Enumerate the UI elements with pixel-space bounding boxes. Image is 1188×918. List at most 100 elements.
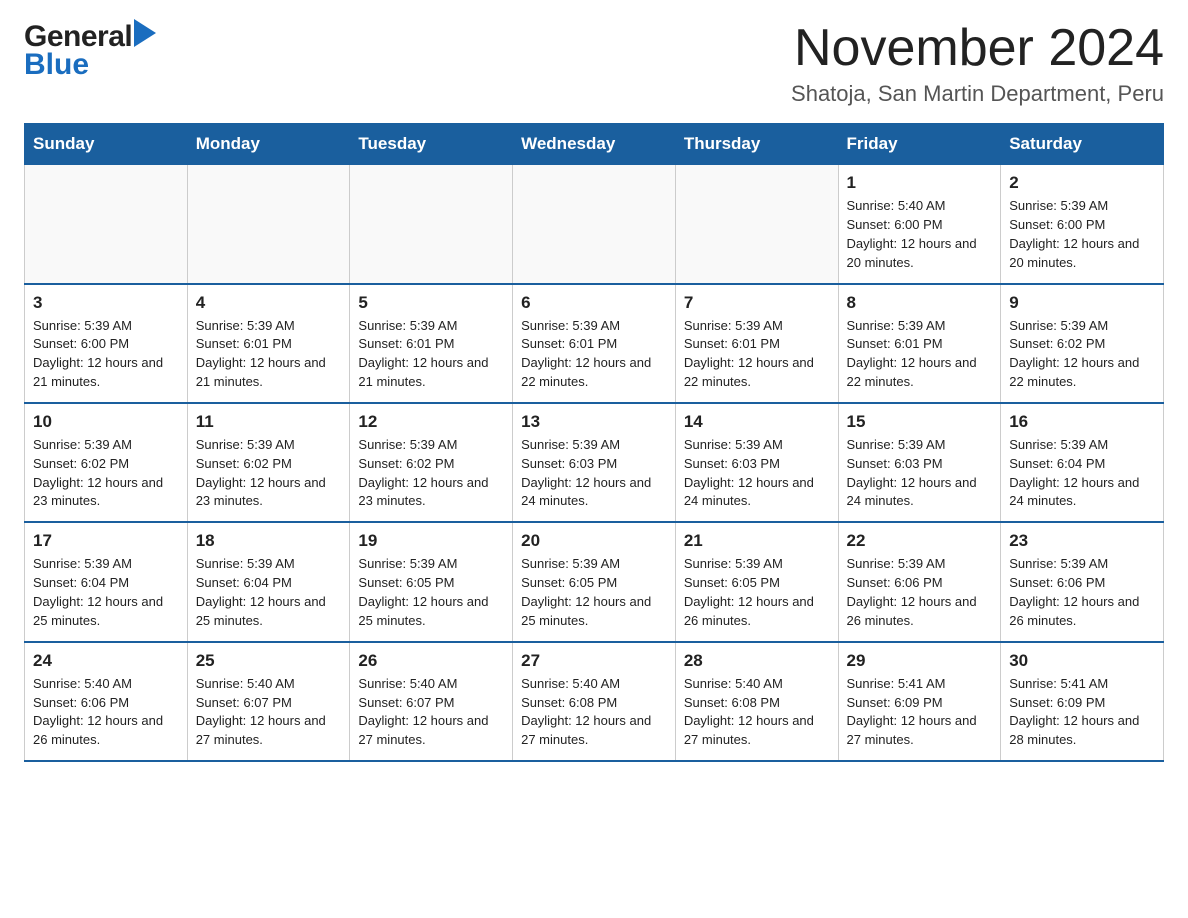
weekday-header-thursday: Thursday	[675, 124, 838, 165]
day-sun-info: Sunrise: 5:39 AMSunset: 6:06 PMDaylight:…	[1009, 555, 1155, 630]
calendar-cell: 7 Sunrise: 5:39 AMSunset: 6:01 PMDaylight…	[675, 284, 838, 403]
day-number: 10	[33, 412, 179, 432]
calendar-cell: 15Sunrise: 5:39 AMSunset: 6:03 PMDayligh…	[838, 403, 1001, 522]
calendar-cell: 14 Sunrise: 5:39 AMSunset: 6:03 PMDayligh…	[675, 403, 838, 522]
calendar-cell: 24 Sunrise: 5:40 AMSunset: 6:06 PMDayligh…	[25, 642, 188, 761]
day-number: 7	[684, 293, 830, 313]
day-sun-info: Sunrise: 5:40 AMSunset: 6:08 PMDaylight:…	[684, 675, 830, 750]
day-number: 4	[196, 293, 342, 313]
day-number: 29	[847, 651, 993, 671]
day-sun-info: Sunrise: 5:41 AMSunset: 6:09 PMDaylight:…	[847, 675, 993, 750]
day-sun-info: Sunrise: 5:39 AMSunset: 6:02 PMDaylight:…	[1009, 317, 1155, 392]
calendar-table: SundayMondayTuesdayWednesdayThursdayFrid…	[24, 123, 1164, 762]
calendar-cell: 25Sunrise: 5:40 AMSunset: 6:07 PMDayligh…	[187, 642, 350, 761]
day-number: 20	[521, 531, 667, 551]
calendar-cell: 23Sunrise: 5:39 AMSunset: 6:06 PMDayligh…	[1001, 522, 1164, 641]
calendar-cell	[25, 165, 188, 284]
calendar-cell: 10 Sunrise: 5:39 AMSunset: 6:02 PMDayligh…	[25, 403, 188, 522]
day-sun-info: Sunrise: 5:39 AMSunset: 6:03 PMDaylight:…	[847, 436, 993, 511]
calendar-header-row: SundayMondayTuesdayWednesdayThursdayFrid…	[25, 124, 1164, 165]
day-number: 19	[358, 531, 504, 551]
day-number: 24	[33, 651, 179, 671]
day-sun-info: Sunrise: 5:39 AMSunset: 6:01 PMDaylight:…	[684, 317, 830, 392]
calendar-cell	[513, 165, 676, 284]
day-number: 8	[847, 293, 993, 313]
day-number: 12	[358, 412, 504, 432]
calendar-cell	[675, 165, 838, 284]
day-number: 3	[33, 293, 179, 313]
day-number: 27	[521, 651, 667, 671]
day-sun-info: Sunrise: 5:41 AMSunset: 6:09 PMDaylight:…	[1009, 675, 1155, 750]
calendar-cell: 19 Sunrise: 5:39 AMSunset: 6:05 PMDayligh…	[350, 522, 513, 641]
calendar-cell: 13 Sunrise: 5:39 AMSunset: 6:03 PMDayligh…	[513, 403, 676, 522]
day-sun-info: Sunrise: 5:39 AMSunset: 6:00 PMDaylight:…	[1009, 197, 1155, 272]
calendar-cell: 16 Sunrise: 5:39 AMSunset: 6:04 PMDayligh…	[1001, 403, 1164, 522]
calendar-cell: 21 Sunrise: 5:39 AMSunset: 6:05 PMDayligh…	[675, 522, 838, 641]
day-sun-info: Sunrise: 5:39 AMSunset: 6:01 PMDaylight:…	[358, 317, 504, 392]
calendar-cell: 8 Sunrise: 5:39 AMSunset: 6:01 PMDaylight…	[838, 284, 1001, 403]
logo-blue-text: Blue	[24, 50, 89, 80]
day-sun-info: Sunrise: 5:39 AMSunset: 6:04 PMDaylight:…	[1009, 436, 1155, 511]
calendar-cell: 30 Sunrise: 5:41 AMSunset: 6:09 PMDayligh…	[1001, 642, 1164, 761]
day-sun-info: Sunrise: 5:40 AMSunset: 6:08 PMDaylight:…	[521, 675, 667, 750]
day-number: 2	[1009, 173, 1155, 193]
day-sun-info: Sunrise: 5:39 AMSunset: 6:02 PMDaylight:…	[196, 436, 342, 511]
day-sun-info: Sunrise: 5:39 AMSunset: 6:02 PMDaylight:…	[358, 436, 504, 511]
weekday-header-wednesday: Wednesday	[513, 124, 676, 165]
day-number: 9	[1009, 293, 1155, 313]
day-number: 13	[521, 412, 667, 432]
title-section: November 2024 Shatoja, San Martin Depart…	[791, 20, 1164, 107]
day-number: 30	[1009, 651, 1155, 671]
calendar-cell: 27 Sunrise: 5:40 AMSunset: 6:08 PMDayligh…	[513, 642, 676, 761]
day-number: 25	[196, 651, 342, 671]
logo-arrow-icon	[134, 19, 156, 47]
day-number: 26	[358, 651, 504, 671]
day-sun-info: Sunrise: 5:39 AMSunset: 6:03 PMDaylight:…	[684, 436, 830, 511]
weekday-header-friday: Friday	[838, 124, 1001, 165]
day-number: 28	[684, 651, 830, 671]
calendar-cell: 12 Sunrise: 5:39 AMSunset: 6:02 PMDayligh…	[350, 403, 513, 522]
calendar-cell: 6Sunrise: 5:39 AMSunset: 6:01 PMDaylight…	[513, 284, 676, 403]
calendar-week-row: 17Sunrise: 5:39 AMSunset: 6:04 PMDayligh…	[25, 522, 1164, 641]
logo: General Blue	[24, 20, 156, 80]
day-sun-info: Sunrise: 5:40 AMSunset: 6:07 PMDaylight:…	[358, 675, 504, 750]
day-number: 22	[847, 531, 993, 551]
calendar-week-row: 3 Sunrise: 5:39 AMSunset: 6:00 PMDaylight…	[25, 284, 1164, 403]
calendar-week-row: 1Sunrise: 5:40 AMSunset: 6:00 PMDaylight…	[25, 165, 1164, 284]
day-sun-info: Sunrise: 5:39 AMSunset: 6:03 PMDaylight:…	[521, 436, 667, 511]
day-sun-info: Sunrise: 5:39 AMSunset: 6:00 PMDaylight:…	[33, 317, 179, 392]
calendar-cell: 2 Sunrise: 5:39 AMSunset: 6:00 PMDaylight…	[1001, 165, 1164, 284]
day-sun-info: Sunrise: 5:39 AMSunset: 6:05 PMDaylight:…	[684, 555, 830, 630]
day-number: 11	[196, 412, 342, 432]
day-number: 14	[684, 412, 830, 432]
day-sun-info: Sunrise: 5:39 AMSunset: 6:02 PMDaylight:…	[33, 436, 179, 511]
day-sun-info: Sunrise: 5:40 AMSunset: 6:06 PMDaylight:…	[33, 675, 179, 750]
calendar-cell: 4 Sunrise: 5:39 AMSunset: 6:01 PMDaylight…	[187, 284, 350, 403]
day-sun-info: Sunrise: 5:39 AMSunset: 6:01 PMDaylight:…	[521, 317, 667, 392]
calendar-cell: 20 Sunrise: 5:39 AMSunset: 6:05 PMDayligh…	[513, 522, 676, 641]
calendar-cell: 18 Sunrise: 5:39 AMSunset: 6:04 PMDayligh…	[187, 522, 350, 641]
calendar-cell: 26 Sunrise: 5:40 AMSunset: 6:07 PMDayligh…	[350, 642, 513, 761]
day-sun-info: Sunrise: 5:39 AMSunset: 6:01 PMDaylight:…	[196, 317, 342, 392]
day-sun-info: Sunrise: 5:39 AMSunset: 6:01 PMDaylight:…	[847, 317, 993, 392]
calendar-week-row: 24 Sunrise: 5:40 AMSunset: 6:06 PMDayligh…	[25, 642, 1164, 761]
calendar-cell	[187, 165, 350, 284]
day-number: 21	[684, 531, 830, 551]
weekday-header-monday: Monday	[187, 124, 350, 165]
day-sun-info: Sunrise: 5:39 AMSunset: 6:05 PMDaylight:…	[521, 555, 667, 630]
day-number: 5	[358, 293, 504, 313]
day-number: 16	[1009, 412, 1155, 432]
weekday-header-tuesday: Tuesday	[350, 124, 513, 165]
day-sun-info: Sunrise: 5:39 AMSunset: 6:06 PMDaylight:…	[847, 555, 993, 630]
day-sun-info: Sunrise: 5:39 AMSunset: 6:04 PMDaylight:…	[196, 555, 342, 630]
calendar-cell: 22 Sunrise: 5:39 AMSunset: 6:06 PMDayligh…	[838, 522, 1001, 641]
day-number: 18	[196, 531, 342, 551]
day-sun-info: Sunrise: 5:39 AMSunset: 6:05 PMDaylight:…	[358, 555, 504, 630]
month-title: November 2024	[791, 20, 1164, 77]
calendar-cell: 11 Sunrise: 5:39 AMSunset: 6:02 PMDayligh…	[187, 403, 350, 522]
calendar-week-row: 10 Sunrise: 5:39 AMSunset: 6:02 PMDayligh…	[25, 403, 1164, 522]
calendar-cell: 28 Sunrise: 5:40 AMSunset: 6:08 PMDayligh…	[675, 642, 838, 761]
calendar-cell: 3 Sunrise: 5:39 AMSunset: 6:00 PMDaylight…	[25, 284, 188, 403]
weekday-header-sunday: Sunday	[25, 124, 188, 165]
location-subtitle: Shatoja, San Martin Department, Peru	[791, 81, 1164, 107]
